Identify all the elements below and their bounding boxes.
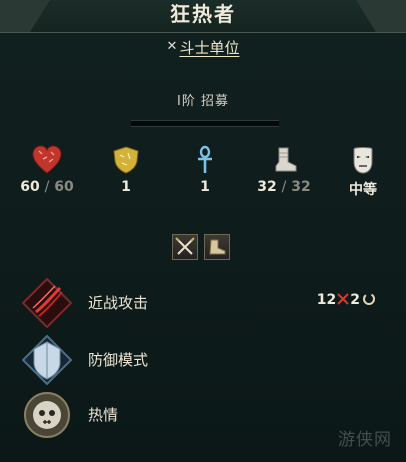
crossed-swords-icon[interactable] — [172, 234, 198, 260]
cycle-icon — [363, 293, 375, 305]
resolve-stat[interactable]: 1 — [170, 145, 240, 195]
title-banner: 狂热者 — [0, 0, 406, 33]
shield-ability-icon — [22, 335, 72, 385]
unit-type-link[interactable]: ✕ 斗士单位 — [0, 37, 406, 58]
boot-icon — [275, 147, 297, 172]
boot-trait-icon[interactable] — [204, 234, 230, 260]
claw-slash-icon — [22, 278, 72, 328]
movement-stat[interactable]: 32 / 32 — [249, 145, 319, 195]
hp-stat[interactable]: 60 / 60 — [12, 145, 82, 195]
ankh-icon — [198, 145, 212, 173]
close-icon: ✕ — [166, 39, 178, 54]
hp-max: 60 — [54, 179, 74, 195]
mask-icon — [353, 147, 373, 174]
damage-readout: 12 2 — [317, 292, 376, 308]
hp-current: 60 — [20, 179, 40, 195]
shield-icon — [113, 146, 139, 174]
ability-defensive-stance[interactable]: 防御模式 — [22, 335, 382, 385]
movement-current: 32 — [257, 179, 277, 195]
ability-label: 热情 — [88, 406, 119, 424]
defense-stat[interactable]: 1 — [91, 145, 161, 195]
heart-icon — [32, 145, 62, 174]
morale-stat[interactable]: 中等 — [328, 145, 398, 199]
unit-panel: 狂热者 ✕ 斗士单位 I阶 招募 60 / 60 1 1 32 / 32 中等 … — [0, 0, 406, 462]
morale-value: 中等 — [349, 182, 377, 198]
tier-bar — [131, 120, 279, 127]
unit-title: 狂热者 — [170, 2, 236, 26]
trait-icons — [172, 234, 236, 260]
hits-cross-icon — [337, 293, 349, 305]
ability-melee-attack[interactable]: 近战攻击 12 2 — [22, 278, 382, 328]
ability-label: 近战攻击 — [88, 294, 149, 312]
movement-max: 32 — [291, 179, 311, 195]
ability-fervor[interactable]: 热情 — [22, 390, 382, 440]
watermark: 游侠网 — [338, 430, 392, 450]
skull-icon — [24, 392, 70, 438]
ability-label: 防御模式 — [88, 351, 149, 369]
tier-label: I阶 招募 — [177, 94, 229, 109]
stats-row: 60 / 60 1 1 32 / 32 中等 — [0, 145, 406, 205]
resolve-value: 1 — [200, 179, 210, 195]
defense-value: 1 — [121, 179, 131, 195]
